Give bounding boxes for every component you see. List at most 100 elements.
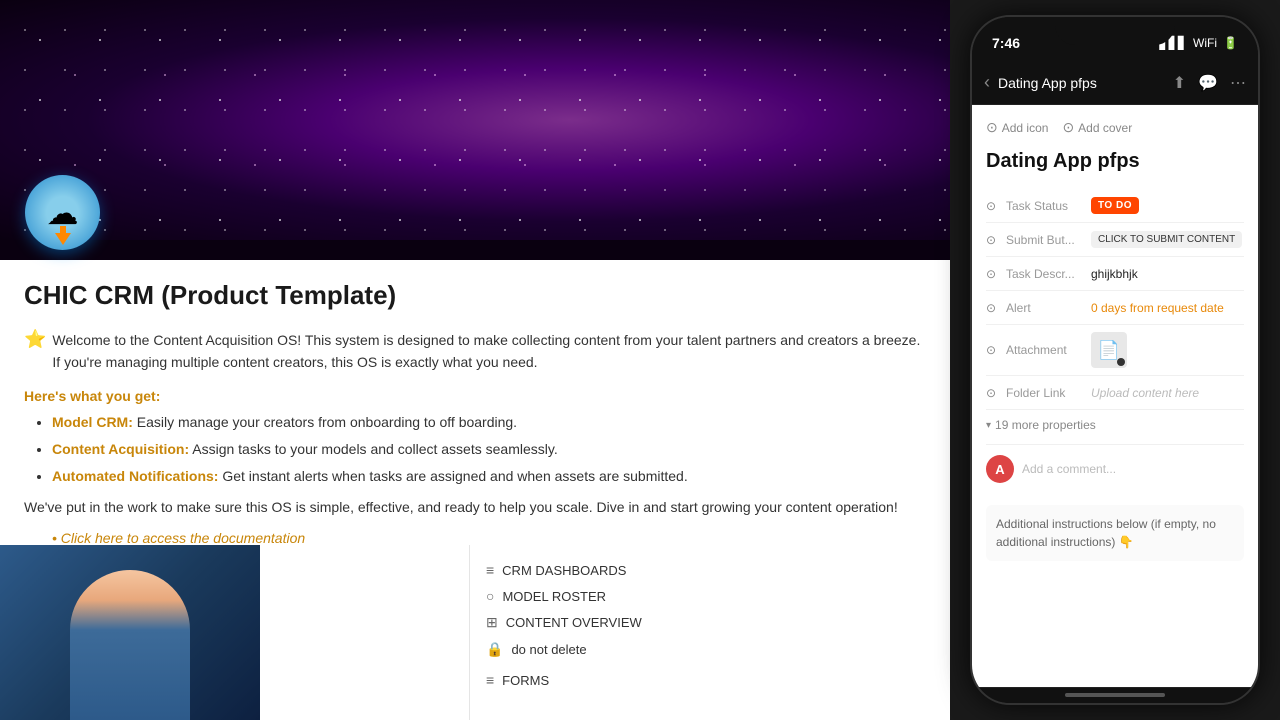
share-icon[interactable]: ⬆ <box>1173 73 1186 93</box>
page-title: CHIC CRM (Product Template) <box>24 280 926 311</box>
chat-icon[interactable]: 💬 <box>1198 73 1218 93</box>
feature-list: Model CRM: Easily manage your creators f… <box>24 412 926 487</box>
property-folder-link: ⊙ Folder Link Upload content here <box>986 376 1244 410</box>
instructions-text: Additional instructions below (if empty,… <box>996 515 1234 551</box>
model-crm-text: Easily manage your creators from onboard… <box>133 414 517 430</box>
property-task-status: ⊙ Task Status TO DO <box>986 189 1244 223</box>
heres-what-label: Here's what you get: <box>24 388 926 404</box>
prop-label-task-desc: Task Descr... <box>1006 267 1091 281</box>
prop-label-folder: Folder Link <box>1006 386 1091 400</box>
add-icon-label: Add icon <box>1002 121 1049 135</box>
documentation-link[interactable]: Click here to access the documentation <box>52 530 305 546</box>
prop-label-attachment: Attachment <box>1006 343 1091 357</box>
phone-nav-bar: ‹ Dating App pfps ⬆ 💬 ⋯ <box>972 61 1258 105</box>
list-icon: ≡ <box>486 562 494 578</box>
prop-icon: ⊙ <box>986 267 1006 281</box>
more-props-label: 19 more properties <box>995 418 1096 432</box>
search-icon: ⌕ <box>1068 705 1080 706</box>
prop-value-task-desc: ghijkbhjk <box>1091 267 1244 281</box>
tab-compose[interactable]: ✏ <box>1205 705 1223 706</box>
nav-item-label: MODEL ROSTER <box>502 589 606 604</box>
alert-value: 0 days from request date <box>1091 301 1224 315</box>
auto-notif-text: Get instant alerts when tasks are assign… <box>218 468 687 484</box>
add-cover-label: Add cover <box>1078 121 1132 135</box>
empty-column <box>260 545 470 720</box>
avatar: A <box>986 455 1014 483</box>
prop-label-task-status: Task Status <box>1006 199 1091 213</box>
add-row: ⊙ Add icon ⊙ Add cover <box>986 119 1244 136</box>
prop-icon: ⊙ <box>986 386 1006 400</box>
comment-row: A Add a comment... <box>986 444 1244 493</box>
prop-icon: ⊙ <box>986 199 1006 213</box>
cursor-indicator <box>1117 358 1125 366</box>
nav-actions: ⬆ 💬 ⋯ <box>1173 73 1246 93</box>
click-submit-badge[interactable]: CLICK TO SUBMIT CONTENT <box>1091 231 1242 248</box>
attachment-thumbnail[interactable]: 📄 <box>1091 332 1127 368</box>
home-indicator <box>1065 693 1165 697</box>
grid-icon: ⊞ <box>486 614 498 631</box>
tab-home[interactable]: ⌂ <box>1006 705 1019 706</box>
instructions-emoji: 👇 <box>1119 535 1134 549</box>
instructions-title: Additional instructions below (if empty,… <box>996 517 1216 549</box>
content-acq-bold: Content Acquisition: <box>52 441 189 457</box>
upload-icon: ☁ <box>25 175 100 250</box>
add-icon-button[interactable]: ⊙ Add icon <box>986 119 1048 136</box>
add-cover-icon: ⊙ <box>1062 119 1074 136</box>
tab-search[interactable]: ⌕ <box>1068 705 1080 706</box>
bottom-grid: ≡ CRM DASHBOARDS ○ MODEL ROSTER ⊞ CONTEN… <box>0 545 950 720</box>
circle-icon: ○ <box>486 588 494 604</box>
comment-input[interactable]: Add a comment... <box>1022 462 1116 476</box>
wifi-icon: WiFi <box>1193 36 1217 50</box>
lock-icon: 🔒 <box>486 641 503 658</box>
prop-icon: ⊙ <box>986 301 1006 315</box>
nav-item-do-not-delete[interactable]: 🔒 do not delete <box>486 636 934 663</box>
prop-label-alert: Alert <box>1006 301 1091 315</box>
chevron-down-icon: ▾ <box>986 420 991 431</box>
list-item: Content Acquisition: Assign tasks to you… <box>52 439 926 460</box>
upload-placeholder[interactable]: Upload content here <box>1091 386 1199 400</box>
forms-icon: ≡ <box>486 672 494 688</box>
property-attachment: ⊙ Attachment 📄 <box>986 325 1244 376</box>
property-task-desc: ⊙ Task Descr... ghijkbhjk <box>986 257 1244 291</box>
phone-frame: 7:46 ▋▋▋ WiFi 🔋 ‹ Dating App pfps ⬆ 💬 ⋯ <box>970 15 1260 705</box>
model-crm-bold: Model CRM: <box>52 414 133 430</box>
list-item: Automated Notifications: Get instant ale… <box>52 466 926 487</box>
tab-messages[interactable]: 💬 1 <box>1129 705 1156 706</box>
instructions-box: Additional instructions below (if empty,… <box>986 505 1244 561</box>
avatar-initial: A <box>995 462 1004 477</box>
nav-item-content-overview[interactable]: ⊞ CONTENT OVERVIEW <box>486 609 934 636</box>
auto-notif-bold: Automated Notifications: <box>52 468 218 484</box>
prop-icon: ⊙ <box>986 343 1006 357</box>
nav-item-forms[interactable]: ≡ FORMS <box>486 667 934 693</box>
stars-overlay <box>0 0 950 240</box>
battery-icon: 🔋 <box>1223 36 1238 50</box>
content-area: 💬 CHIC CRM (Product Template) ⭐ Welcome … <box>0 260 950 720</box>
phone-body-content: ⊙ Add icon ⊙ Add cover Dating App pfps ⊙… <box>972 105 1258 687</box>
nav-item-label: CRM DASHBOARDS <box>502 563 626 578</box>
status-icons: ▋▋▋ WiFi 🔋 <box>1159 36 1238 50</box>
nav-item-label: CONTENT OVERVIEW <box>506 615 642 630</box>
forms-label: FORMS <box>502 673 549 688</box>
more-icon[interactable]: ⋯ <box>1230 73 1246 93</box>
more-properties-toggle[interactable]: ▾ 19 more properties <box>986 418 1244 432</box>
nav-item-model-roster[interactable]: ○ MODEL ROSTER <box>486 583 934 609</box>
right-panel: 7:46 ▋▋▋ WiFi 🔋 ‹ Dating App pfps ⬆ 💬 ⋯ <box>950 0 1280 720</box>
doc-page-title: Dating App pfps <box>986 150 1244 173</box>
add-cover-button[interactable]: ⊙ Add cover <box>1062 119 1132 136</box>
we-put-text: We've put in the work to make sure this … <box>24 497 926 518</box>
star-emoji: ⭐ <box>24 329 46 350</box>
prop-icon: ⊙ <box>986 233 1006 247</box>
messages-icon: 💬 <box>1129 705 1156 706</box>
home-icon: ⌂ <box>1006 705 1019 706</box>
person-image <box>0 545 260 720</box>
nav-list-area: ≡ CRM DASHBOARDS ○ MODEL ROSTER ⊞ CONTEN… <box>470 545 950 720</box>
nav-item-crm-dashboards[interactable]: ≡ CRM DASHBOARDS <box>486 557 934 583</box>
upload-arrow-down <box>55 233 71 245</box>
phone-nav-title: Dating App pfps <box>998 75 1165 91</box>
nav-item-label: do not delete <box>511 642 586 657</box>
content-acq-text: Assign tasks to your models and collect … <box>189 441 558 457</box>
video-thumbnail <box>0 545 260 720</box>
back-button[interactable]: ‹ <box>984 72 990 93</box>
phone-notch <box>1055 17 1175 45</box>
person-silhouette <box>70 570 190 720</box>
